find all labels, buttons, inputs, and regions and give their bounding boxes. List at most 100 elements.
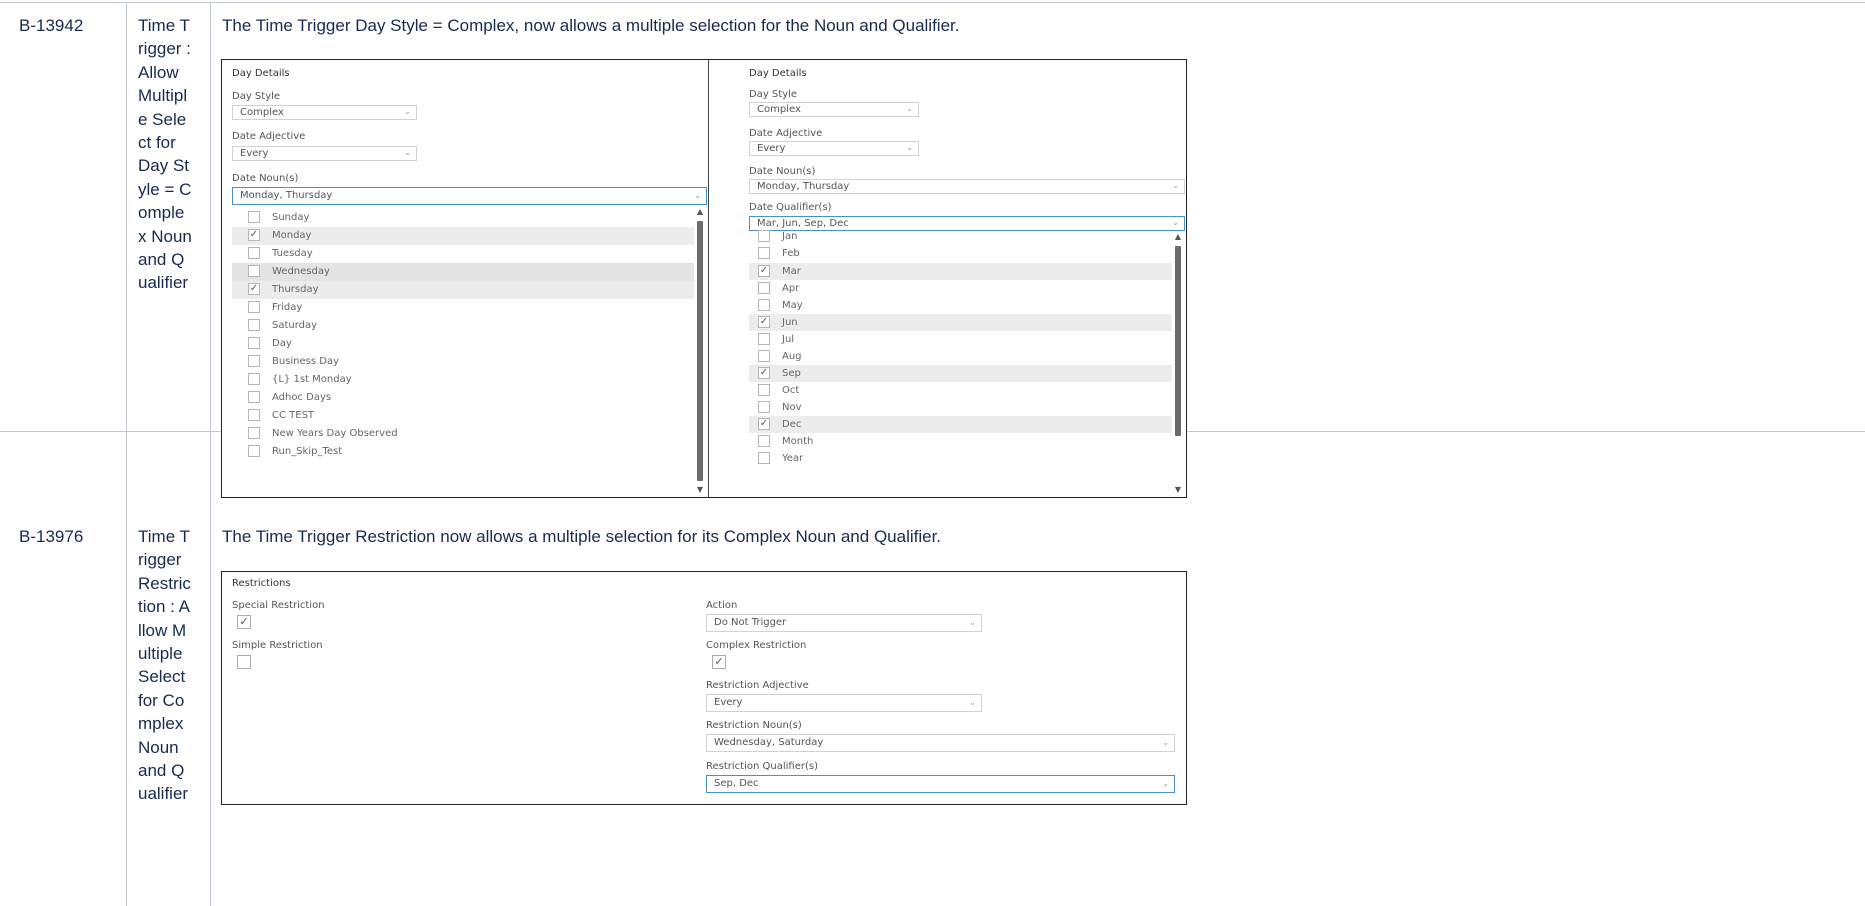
restriction-nouns-select[interactable]: Wednesday, Saturday ⌄ bbox=[706, 734, 1175, 752]
list-item[interactable]: Month bbox=[749, 433, 1172, 450]
list-item[interactable]: Jul bbox=[749, 331, 1172, 348]
list-item[interactable]: ✓ Jun bbox=[749, 314, 1172, 331]
date-nouns-label: Date Noun(s) bbox=[232, 173, 299, 184]
list-item[interactable]: Year bbox=[749, 450, 1172, 467]
list-item[interactable]: {L} 1st Monday bbox=[232, 371, 694, 389]
checkbox[interactable] bbox=[248, 373, 260, 385]
list-item[interactable]: ✓ Sep bbox=[749, 365, 1172, 382]
checkbox[interactable] bbox=[248, 445, 260, 457]
list-item[interactable]: Friday bbox=[232, 299, 694, 317]
list-item[interactable]: Aug bbox=[749, 348, 1172, 365]
day-style-label: Day Style bbox=[749, 89, 798, 100]
left-day-details-pane: Day Details Day Style Complex ⌄ Date Adj… bbox=[222, 60, 708, 497]
list-item[interactable]: Business Day bbox=[232, 353, 694, 371]
checkbox[interactable] bbox=[248, 265, 260, 277]
list-item[interactable]: Nov bbox=[749, 399, 1172, 416]
scroll-down-icon[interactable]: ▼ bbox=[695, 485, 705, 494]
date-qualifiers-label: Date Qualifier(s) bbox=[749, 202, 832, 213]
checkbox[interactable] bbox=[758, 333, 770, 345]
checkbox[interactable] bbox=[248, 391, 260, 403]
scroll-down-icon[interactable]: ▼ bbox=[1173, 485, 1183, 494]
simple-restriction-checkbox[interactable] bbox=[237, 655, 251, 669]
checkbox-checked[interactable]: ✓ bbox=[758, 265, 770, 277]
list-item[interactable]: Oct bbox=[749, 382, 1172, 399]
list-item[interactable]: Feb bbox=[749, 245, 1172, 262]
checkbox[interactable] bbox=[758, 230, 770, 242]
list-item[interactable]: May bbox=[749, 297, 1172, 314]
list-item[interactable]: Wednesday bbox=[232, 263, 694, 281]
list-item-label: Sunday bbox=[272, 212, 310, 223]
checkbox-checked[interactable]: ✓ bbox=[758, 367, 770, 379]
restriction-qualifiers-label: Restriction Qualifier(s) bbox=[706, 761, 818, 772]
list-item[interactable]: ✓ Dec bbox=[749, 416, 1172, 433]
list-item[interactable]: Run_Skip_Test bbox=[232, 443, 694, 461]
scroll-up-icon[interactable]: ▲ bbox=[1173, 232, 1183, 241]
day-style-value: Complex bbox=[240, 107, 284, 118]
scrollbar-thumb[interactable] bbox=[697, 221, 703, 481]
checkbox-checked[interactable]: ✓ bbox=[758, 316, 770, 328]
checkbox[interactable] bbox=[248, 337, 260, 349]
action-select[interactable]: Do Not Trigger ⌄ bbox=[706, 614, 982, 632]
restriction-nouns-value: Wednesday, Saturday bbox=[714, 737, 824, 748]
list-item-label: Business Day bbox=[272, 356, 340, 367]
date-nouns-dropdown-list[interactable]: Sunday ✓ Monday Tuesday Wednesday ✓ Thur… bbox=[232, 207, 707, 497]
date-nouns-select[interactable]: Monday, Thursday ⌄ bbox=[232, 187, 707, 205]
right-day-details-pane: Day Details Day Style Complex ⌄ Date Adj… bbox=[739, 60, 1186, 497]
list-item[interactable]: Adhoc Days bbox=[232, 389, 694, 407]
checkbox[interactable] bbox=[758, 401, 770, 413]
restriction-qualifiers-select[interactable]: Sep, Dec ⌄ bbox=[706, 775, 1175, 793]
checkbox[interactable] bbox=[758, 247, 770, 259]
scroll-up-icon[interactable]: ▲ bbox=[695, 207, 705, 216]
list-item[interactable]: Sunday bbox=[232, 209, 694, 227]
date-qualifiers-dropdown-list[interactable]: Jan Feb ✓ Mar Apr May ✓ Jun Jul Aug ✓ Se… bbox=[749, 230, 1185, 497]
scrollbar[interactable]: ▲ ▼ bbox=[1173, 232, 1183, 497]
complex-restriction-checkbox[interactable]: ✓ bbox=[712, 655, 726, 669]
list-item[interactable]: ✓ Mar bbox=[749, 263, 1172, 280]
date-adjective-select[interactable]: Every ⌄ bbox=[232, 146, 417, 161]
checkbox[interactable] bbox=[248, 355, 260, 367]
date-adjective-select[interactable]: Every ⌄ bbox=[749, 141, 919, 156]
list-item-label: Feb bbox=[782, 248, 800, 259]
list-item[interactable]: New Years Day Observed bbox=[232, 425, 694, 443]
list-item[interactable]: Tuesday bbox=[232, 245, 694, 263]
checkbox[interactable] bbox=[248, 427, 260, 439]
row-1-name: Time Trigger : Allow Multiple Select for… bbox=[138, 16, 192, 293]
list-item[interactable]: ✓ Monday bbox=[232, 227, 694, 245]
checkbox[interactable] bbox=[758, 299, 770, 311]
list-item[interactable]: Jan bbox=[749, 228, 1172, 245]
checkbox[interactable] bbox=[248, 409, 260, 421]
list-item[interactable]: ✓ Thursday bbox=[232, 281, 694, 299]
scrollbar-thumb[interactable] bbox=[1175, 246, 1181, 436]
checkbox[interactable] bbox=[758, 435, 770, 447]
chevron-down-icon: ⌄ bbox=[404, 107, 411, 116]
checkbox[interactable] bbox=[248, 211, 260, 223]
checkbox[interactable] bbox=[758, 452, 770, 464]
list-item[interactable]: Apr bbox=[749, 280, 1172, 297]
day-style-select[interactable]: Complex ⌄ bbox=[749, 102, 919, 117]
checkbox[interactable] bbox=[248, 301, 260, 313]
checkbox-checked[interactable]: ✓ bbox=[758, 418, 770, 430]
restriction-adjective-value: Every bbox=[714, 697, 743, 708]
row-2-description: The Time Trigger Restriction now allows … bbox=[222, 527, 942, 546]
restriction-adjective-select[interactable]: Every ⌄ bbox=[706, 694, 982, 712]
date-nouns-select[interactable]: Monday, Thursday ⌄ bbox=[749, 179, 1185, 194]
list-item[interactable]: Day bbox=[232, 335, 694, 353]
checkbox[interactable] bbox=[758, 384, 770, 396]
list-item[interactable]: Saturday bbox=[232, 317, 694, 335]
action-label: Action bbox=[706, 600, 738, 611]
checkbox-checked[interactable]: ✓ bbox=[248, 283, 260, 295]
special-restriction-checkbox[interactable]: ✓ bbox=[237, 615, 251, 629]
checkbox[interactable] bbox=[248, 247, 260, 259]
scrollbar[interactable]: ▲ ▼ bbox=[695, 207, 705, 497]
checkbox[interactable] bbox=[248, 319, 260, 331]
chevron-down-icon: ⌄ bbox=[694, 191, 701, 200]
table-border-top bbox=[0, 2, 1865, 3]
list-item-label: Nov bbox=[782, 402, 802, 413]
date-adjective-label: Date Adjective bbox=[232, 131, 306, 142]
list-item[interactable]: CC TEST bbox=[232, 407, 694, 425]
checkbox[interactable] bbox=[758, 350, 770, 362]
checkbox-checked[interactable]: ✓ bbox=[248, 229, 260, 241]
list-item-label: Tuesday bbox=[272, 248, 313, 259]
checkbox[interactable] bbox=[758, 282, 770, 294]
day-style-select[interactable]: Complex ⌄ bbox=[232, 105, 417, 120]
